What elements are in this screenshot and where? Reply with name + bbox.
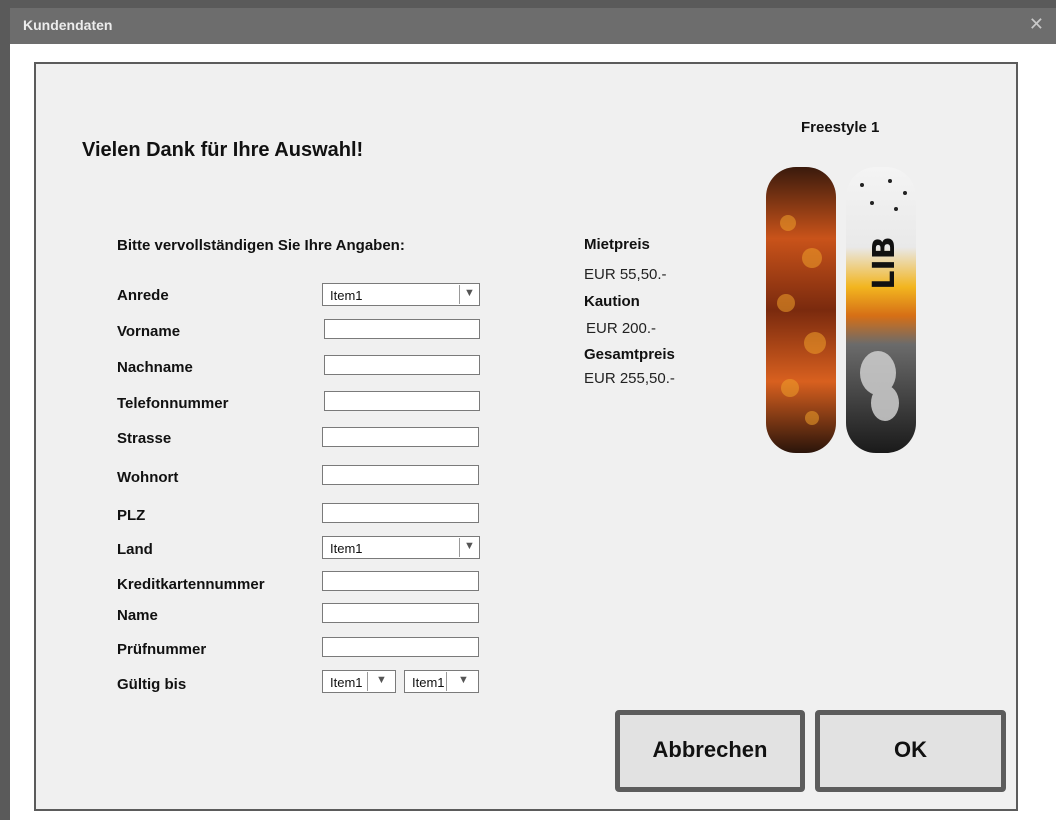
strasse-field[interactable]	[322, 427, 479, 447]
snowboard-image: LIB	[766, 167, 916, 453]
label-kreditkartennummer: Kreditkartennummer	[117, 576, 265, 593]
mietpreis-label: Mietpreis	[584, 236, 650, 253]
label-telefonnummer: Telefonnummer	[117, 395, 229, 412]
plz-field[interactable]	[322, 503, 479, 523]
gueltig-bis-year-select[interactable]: Item1 ▼	[404, 670, 479, 693]
anrede-selected-value: Item1	[330, 288, 363, 303]
kaution-value: EUR 200.-	[586, 320, 657, 337]
label-anrede: Anrede	[117, 287, 169, 304]
month-selected-value: Item1	[330, 675, 363, 690]
gesamtpreis-label: Gesamtpreis	[584, 346, 675, 363]
combo-divider	[459, 285, 460, 304]
page-title: Vielen Dank für Ihre Auswahl!	[82, 139, 364, 161]
mietpreis-value: EUR 55,50.-	[584, 266, 667, 283]
wohnort-field[interactable]	[322, 465, 479, 485]
kreditkartennummer-field[interactable]	[322, 571, 479, 591]
label-land: Land	[117, 541, 153, 558]
chevron-down-icon[interactable]: ▼	[458, 674, 469, 686]
vorname-field[interactable]	[324, 319, 480, 339]
kaution-label: Kaution	[584, 293, 640, 310]
pruefnummer-field[interactable]	[322, 637, 479, 657]
chevron-down-icon[interactable]: ▼	[464, 540, 475, 552]
label-vorname: Vorname	[117, 323, 181, 340]
gueltig-bis-month-select[interactable]: Item1 ▼	[322, 670, 396, 693]
chevron-down-icon[interactable]: ▼	[376, 674, 387, 686]
close-icon[interactable]: ✕	[1029, 14, 1044, 35]
label-wohnort: Wohnort	[117, 469, 179, 486]
land-selected-value: Item1	[330, 541, 363, 556]
dialog-window: Kundendaten ✕ Vielen Dank für Ihre Auswa…	[0, 0, 1056, 820]
label-name: Name	[117, 607, 158, 624]
combo-divider	[446, 672, 447, 691]
gesamtpreis-value: EUR 255,50.-	[584, 370, 675, 387]
label-nachname: Nachname	[117, 359, 193, 376]
name-field[interactable]	[322, 603, 479, 623]
ok-button[interactable]: OK	[815, 710, 1006, 792]
label-plz: PLZ	[117, 507, 146, 524]
cancel-button[interactable]: Abbrechen	[615, 710, 805, 792]
label-strasse: Strasse	[117, 430, 172, 447]
chevron-down-icon[interactable]: ▼	[464, 287, 475, 299]
anrede-select[interactable]: Item1 ▼	[322, 283, 480, 306]
combo-divider	[459, 538, 460, 557]
window-frame-top	[0, 0, 1056, 8]
nachname-field[interactable]	[324, 355, 480, 375]
board-logo-text: LIB	[867, 236, 902, 289]
combo-divider	[367, 672, 368, 691]
label-gueltig-bis: Gültig bis	[117, 676, 187, 693]
form-instructions: Bitte vervollständigen Sie Ihre Angaben:	[117, 237, 405, 254]
year-selected-value: Item1	[412, 675, 445, 690]
label-pruefnummer: Prüfnummer	[117, 641, 207, 658]
window-frame-left	[0, 0, 10, 820]
window-title: Kundendaten	[23, 17, 113, 33]
telefonnummer-field[interactable]	[324, 391, 480, 411]
product-title: Freestyle 1	[801, 119, 880, 136]
land-select[interactable]: Item1 ▼	[322, 536, 480, 559]
titlebar: Kundendaten ✕	[10, 8, 1056, 44]
